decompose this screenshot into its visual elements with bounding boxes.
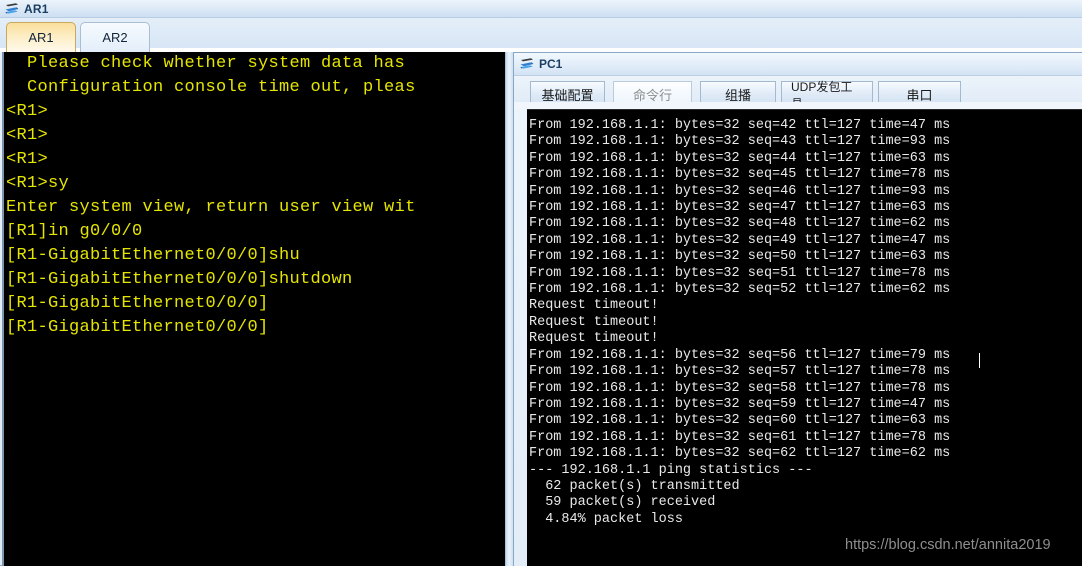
pc1-stats-header: --- 192.168.1.1 ping statistics --- (529, 462, 813, 478)
pc1-console-line: From 192.168.1.1: bytes=32 seq=60 ttl=12… (529, 413, 951, 429)
ar1-console-line: [R1-GigabitEthernet0/0/0]shu (6, 246, 301, 265)
pc1-console-line: From 192.168.1.1: bytes=32 seq=43 ttl=12… (529, 134, 951, 150)
ar1-console-line: Enter system view, return user view wit (6, 198, 416, 217)
pc1-console-line: From 192.168.1.1: bytes=32 seq=59 ttl=12… (529, 396, 951, 412)
text-cursor (979, 353, 980, 368)
pc1-console-line: From 192.168.1.1: bytes=32 seq=48 ttl=12… (529, 216, 951, 232)
pc1-console-line: From 192.168.1.1: bytes=32 seq=61 ttl=12… (529, 429, 951, 445)
ar1-tabstrip: AR1 AR2 (0, 18, 1082, 52)
pc1-tab-underline (514, 102, 1082, 109)
pc1-console-line: From 192.168.1.1: bytes=32 seq=42 ttl=12… (529, 118, 951, 133)
pc1-console-line: From 192.168.1.1: bytes=32 seq=51 ttl=12… (529, 265, 951, 281)
pc1-title-label: PC1 (539, 57, 563, 71)
pc1-titlebar: PC1 (514, 53, 1082, 76)
pc1-console-line: From 192.168.1.1: bytes=32 seq=47 ttl=12… (529, 200, 951, 216)
ar1-console-output[interactable]: Please check whether system data has Con… (2, 52, 505, 566)
ar1-console-line: [R1-GigabitEthernet0/0/0]shutdown (6, 270, 353, 289)
pc1-console-output[interactable]: From 192.168.1.1: bytes=32 seq=41 ttl=12… (527, 109, 1082, 566)
tab-ar1-label: AR1 (28, 30, 54, 45)
pc1-console-line: From 192.168.1.1: bytes=32 seq=49 ttl=12… (529, 232, 951, 248)
ar1-title-label: AR1 (24, 1, 49, 16)
ar1-console-line: Please check whether system data has (6, 54, 406, 73)
screen-root: AR1 AR1 AR2 Please check whether system … (0, 0, 1082, 566)
pc1-console-line: From 192.168.1.1: bytes=32 seq=45 ttl=12… (529, 167, 951, 183)
pc1-console-line: From 192.168.1.1: bytes=32 seq=58 ttl=12… (529, 380, 951, 396)
pc-device-icon (519, 57, 535, 71)
pc1-console-line: Request timeout! (529, 331, 659, 347)
pc1-stats-received: 59 packet(s) received (529, 495, 716, 511)
ar1-console-line: <R1> (6, 102, 49, 121)
ar1-console-line: [R1-GigabitEthernet0/0/0] (6, 294, 269, 313)
pc1-console-line: From 192.168.1.1: bytes=32 seq=62 ttl=12… (529, 446, 951, 462)
pc1-console-line: From 192.168.1.1: bytes=32 seq=52 ttl=12… (529, 282, 951, 298)
pc1-stats-loss: 4.84% packet loss (529, 511, 683, 527)
ar1-console-line: <R1> (6, 126, 49, 145)
ar1-console-line: Configuration console time out, pleas (6, 78, 416, 97)
ar1-console-line: [R1]in g0/0/0 (6, 222, 143, 241)
tab-ar1[interactable]: AR1 (6, 22, 76, 52)
ar1-console-scrollbar[interactable] (505, 52, 513, 566)
router-device-icon (4, 2, 20, 16)
pc1-window: PC1 基础配置 命令行 组播 UDP发包工具 串口 From 192.168.… (513, 52, 1082, 566)
pc1-console-line: From 192.168.1.1: bytes=32 seq=46 ttl=12… (529, 183, 951, 199)
tab-ar2-label: AR2 (102, 30, 128, 45)
pc1-console-line: From 192.168.1.1: bytes=32 seq=56 ttl=12… (529, 347, 951, 363)
tab-ar2[interactable]: AR2 (80, 22, 150, 52)
pc1-stats-transmitted: 62 packet(s) transmitted (529, 478, 740, 494)
pc1-console-line: From 192.168.1.1: bytes=32 seq=44 ttl=12… (529, 150, 951, 166)
ar1-console-line: [R1-GigabitEthernet0/0/0] (6, 318, 269, 337)
pc1-console-line: Request timeout! (529, 298, 659, 314)
ar1-console-line: <R1>sy (6, 174, 70, 193)
ar1-console-line: <R1> (6, 150, 49, 169)
pc1-console-line: Request timeout! (529, 314, 659, 330)
pc1-console-line: From 192.168.1.1: bytes=32 seq=50 ttl=12… (529, 249, 951, 265)
pc1-console-line: From 192.168.1.1: bytes=32 seq=57 ttl=12… (529, 364, 951, 380)
pc1-console-line: From 192.168.1.1: bytes=32 seq=41 ttl=12… (527, 109, 1082, 110)
ar1-titlebar: AR1 (0, 0, 1082, 18)
pc1-console-scroll-content: From 192.168.1.1: bytes=32 seq=41 ttl=12… (527, 110, 1082, 528)
